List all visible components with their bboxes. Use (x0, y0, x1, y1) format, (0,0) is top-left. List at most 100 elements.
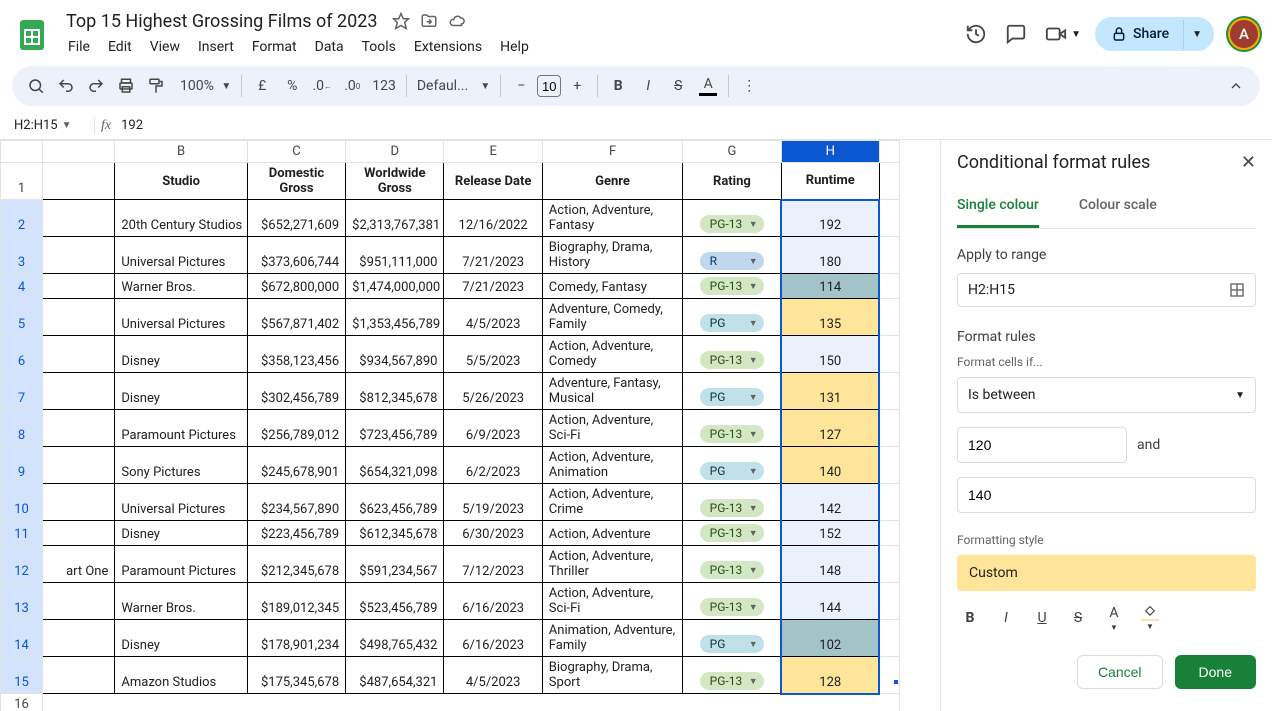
col-header-f[interactable]: F (542, 141, 682, 163)
cell[interactable] (43, 237, 115, 274)
cell[interactable] (43, 447, 115, 484)
cell-genre[interactable]: Action, Adventure, Crime (542, 484, 682, 521)
header-rating[interactable]: Rating (683, 163, 781, 200)
row-header[interactable]: 9 (1, 447, 43, 484)
col-header-d[interactable]: D (346, 141, 444, 163)
cell-rating[interactable]: PG▼ (683, 299, 781, 336)
name-box[interactable]: H2:H15 ▼ (8, 118, 88, 133)
font-select[interactable]: Defaul... ▼ (413, 72, 494, 100)
rating-chip[interactable]: PG-13▼ (700, 425, 764, 443)
rating-chip[interactable]: PG-13▼ (700, 672, 764, 690)
row-header[interactable]: 7 (1, 373, 43, 410)
cell-rating[interactable]: PG▼ (683, 373, 781, 410)
row-header[interactable]: 14 (1, 620, 43, 657)
cell[interactable] (879, 336, 899, 373)
rating-chip[interactable]: PG-13▼ (700, 215, 764, 233)
cell-domestic[interactable]: $302,456,789 (247, 373, 345, 410)
cell-runtime[interactable]: 127 (781, 410, 879, 447)
cell-rating[interactable]: PG-13▼ (683, 484, 781, 521)
condition-select[interactable]: Is between ▼ (957, 377, 1256, 413)
cell-studio[interactable]: Paramount Pictures (115, 546, 247, 583)
cell[interactable] (43, 620, 115, 657)
cell[interactable] (879, 200, 899, 237)
sheets-logo[interactable] (12, 14, 52, 54)
cell-runtime[interactable]: 180 (781, 237, 879, 274)
cell-studio[interactable]: Disney (115, 521, 247, 546)
cell-runtime[interactable]: 192 (781, 200, 879, 237)
menu-format[interactable]: Format (244, 35, 305, 59)
print-button[interactable] (112, 72, 140, 100)
cell-worldwide[interactable]: $723,456,789 (346, 410, 444, 447)
share-button[interactable]: Share (1095, 17, 1183, 51)
cell-genre[interactable]: Action, Adventure, Sci-Fi (542, 583, 682, 620)
num-format-button[interactable]: 123 (368, 72, 400, 100)
cell-date[interactable]: 6/2/2023 (444, 447, 542, 484)
history-icon[interactable] (963, 21, 989, 47)
menu-data[interactable]: Data (307, 35, 352, 59)
undo-button[interactable] (52, 72, 80, 100)
cell-studio[interactable]: Disney (115, 620, 247, 657)
cell-runtime[interactable]: 140 (781, 447, 879, 484)
cell-genre[interactable]: Adventure, Comedy, Family (542, 299, 682, 336)
row-header[interactable]: 8 (1, 410, 43, 447)
cell-date[interactable]: 4/5/2023 (444, 299, 542, 336)
header-release[interactable]: Release Date (444, 163, 542, 200)
cell-worldwide[interactable]: $487,654,321 (346, 657, 444, 694)
cell-rating[interactable]: PG-13▼ (683, 546, 781, 583)
underline-button[interactable]: U (1029, 605, 1055, 631)
header-genre[interactable]: Genre (542, 163, 682, 200)
cell[interactable] (43, 373, 115, 410)
cell[interactable] (43, 484, 115, 521)
cell-runtime[interactable]: 152 (781, 521, 879, 546)
header-domestic[interactable]: Domestic Gross (247, 163, 345, 200)
strikethrough-button[interactable]: S (1065, 605, 1091, 631)
cell-date[interactable]: 7/21/2023 (444, 274, 542, 299)
row-header[interactable]: 10 (1, 484, 43, 521)
fill-color-button[interactable]: ▼ (1137, 605, 1163, 631)
cell[interactable] (879, 546, 899, 583)
cell-runtime[interactable]: 144 (781, 583, 879, 620)
cell-domestic[interactable]: $212,345,678 (247, 546, 345, 583)
range-input[interactable]: H2:H15 (957, 273, 1256, 307)
font-size-increase[interactable]: + (563, 72, 591, 100)
cell-rating[interactable]: PG-13▼ (683, 274, 781, 299)
cell-domestic[interactable]: $189,012,345 (247, 583, 345, 620)
rating-chip[interactable]: PG▼ (700, 314, 764, 332)
cell-genre[interactable]: Adventure, Fantasy, Musical (542, 373, 682, 410)
row-header[interactable]: 6 (1, 336, 43, 373)
cell[interactable] (43, 410, 115, 447)
cell-worldwide[interactable]: $1,353,456,789 (346, 299, 444, 336)
rating-chip[interactable]: PG-13▼ (700, 524, 764, 542)
move-icon[interactable] (419, 11, 439, 31)
row-header[interactable]: 15 (1, 657, 43, 694)
cell-studio[interactable]: Warner Bros. (115, 583, 247, 620)
cell[interactable] (43, 336, 115, 373)
cell-date[interactable]: 5/5/2023 (444, 336, 542, 373)
cell[interactable] (43, 657, 115, 694)
document-title[interactable]: Top 15 Highest Grossing Films of 2023 (60, 9, 383, 34)
cell-date[interactable]: 6/30/2023 (444, 521, 542, 546)
cell[interactable] (43, 299, 115, 336)
cell-genre[interactable]: Action, Adventure, Fantasy (542, 200, 682, 237)
menu-help[interactable]: Help (492, 35, 537, 59)
col-header[interactable] (879, 141, 899, 163)
cell[interactable] (879, 237, 899, 274)
italic-button[interactable]: I (993, 605, 1019, 631)
menu-insert[interactable]: Insert (190, 35, 242, 59)
cell-domestic[interactable]: $245,678,901 (247, 447, 345, 484)
account-avatar[interactable]: A (1228, 18, 1260, 50)
cell[interactable] (43, 583, 115, 620)
cell-rating[interactable]: PG▼ (683, 447, 781, 484)
tab-colour-scale[interactable]: Colour scale (1079, 191, 1157, 228)
font-size-input[interactable] (537, 75, 561, 97)
redo-button[interactable] (82, 72, 110, 100)
col-header-h[interactable]: H (781, 141, 879, 163)
cell-studio[interactable]: Universal Pictures (115, 299, 247, 336)
row-header[interactable]: 11 (1, 521, 43, 546)
increase-decimal-button[interactable]: .00 (338, 72, 366, 100)
cell-worldwide[interactable]: $812,345,678 (346, 373, 444, 410)
cell-domestic[interactable]: $234,567,890 (247, 484, 345, 521)
percent-button[interactable]: % (278, 72, 306, 100)
row-header[interactable]: 16 (1, 694, 43, 711)
cell-runtime[interactable]: 128 (781, 657, 879, 694)
